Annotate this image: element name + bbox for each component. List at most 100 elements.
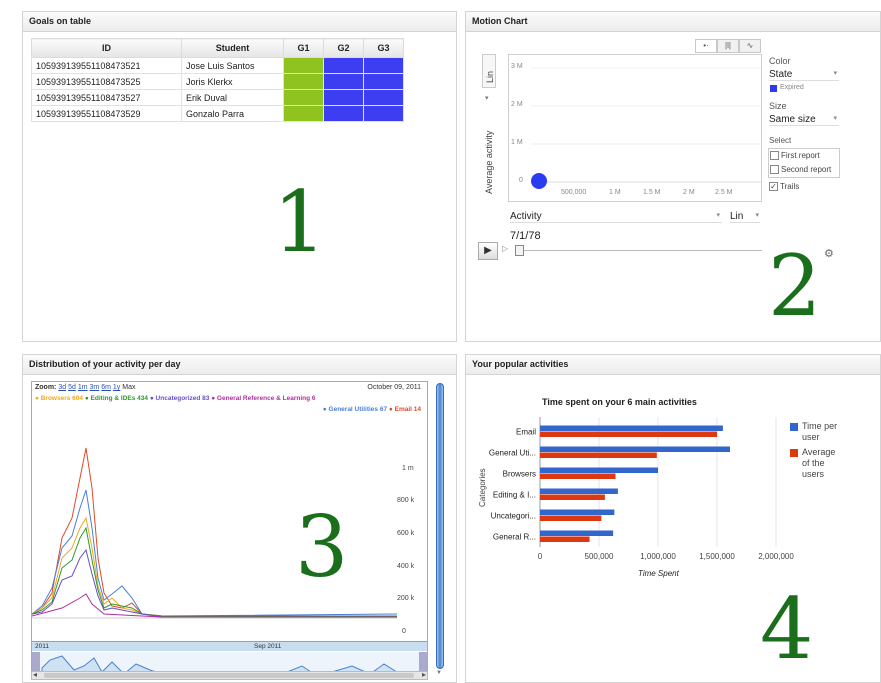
- table-row[interactable]: 105939139551108473525 Joris Klerkx: [31, 73, 404, 90]
- goal-cell-g3: [363, 73, 404, 90]
- line-chart-tab-icon[interactable]: ∿: [739, 39, 761, 53]
- goal-cell-g1: [283, 57, 324, 74]
- motion-plot-area[interactable]: 3 M 2 M 1 M 0 500,000 1 M 1.5 M 2 M 2.5 …: [508, 54, 762, 202]
- zoom-label: Zoom:: [35, 384, 57, 391]
- panel-number-4: 4: [760, 580, 814, 678]
- checkbox-label: Second report: [781, 165, 832, 174]
- color-select-value: State: [769, 69, 793, 80]
- legend-swatch: [790, 423, 798, 431]
- select-label: Select: [769, 136, 792, 145]
- zoom-option[interactable]: 6m: [101, 384, 111, 391]
- legend-item[interactable]: ● Email 14: [389, 406, 421, 413]
- horizontal-scroll-thumb[interactable]: [44, 673, 414, 678]
- y-axis-label[interactable]: Average activity: [484, 131, 494, 194]
- scroll-left-icon[interactable]: ◂: [33, 670, 37, 679]
- goals-panel-title: Goals on table: [23, 12, 456, 32]
- category-label: General Uti...: [489, 449, 536, 458]
- checkbox-box[interactable]: [770, 165, 779, 174]
- col-header-g2[interactable]: G2: [323, 38, 364, 58]
- bar-time-per-user[interactable]: [540, 467, 658, 474]
- col-header-student[interactable]: Student: [181, 38, 284, 58]
- bar-chart-svg[interactable]: 0 500,000 1,000,000 1,500,000 2,000,000 Email…: [466, 355, 881, 683]
- x-axis-select[interactable]: Activity ▾: [510, 211, 722, 223]
- col-header-g3[interactable]: G3: [363, 38, 404, 58]
- legend-item[interactable]: ● General Reference & Learning 6: [211, 395, 315, 402]
- y-axis-dropdown-icon[interactable]: ▾: [485, 94, 489, 102]
- wrench-icon[interactable]: ⚙: [824, 247, 834, 260]
- legend-item[interactable]: ● General Utilities 67: [323, 406, 387, 413]
- bar-average-of-users[interactable]: [540, 536, 590, 543]
- category-label: Editing & I...: [493, 491, 536, 500]
- row-student: Erik Duval: [181, 89, 284, 106]
- table-row[interactable]: 105939139551108473527 Erik Duval: [31, 89, 404, 106]
- row-id: 105939139551108473527: [31, 89, 182, 106]
- legend-swatch: [790, 449, 798, 457]
- scrollbar-thumb[interactable]: [436, 383, 444, 669]
- bar-time-per-user[interactable]: [540, 530, 614, 537]
- x-tick: 2 M: [683, 189, 695, 196]
- zoom-option[interactable]: Max: [122, 384, 135, 391]
- zoom-option[interactable]: 1y: [113, 384, 120, 391]
- checkbox-box-checked[interactable]: ✓: [769, 182, 778, 191]
- timeline-date: October 09, 2011: [367, 384, 421, 391]
- bar-average-of-users[interactable]: [540, 431, 717, 438]
- zoom-option[interactable]: 1m: [78, 384, 88, 391]
- col-header-g1[interactable]: G1: [283, 38, 324, 58]
- table-row[interactable]: 105939139551108473521 Jose Luis Santos: [31, 57, 404, 74]
- table-row[interactable]: 105939139551108473529 Gonzalo Parra: [31, 105, 404, 122]
- bar-time-per-user[interactable]: [540, 446, 730, 453]
- y-tick: 1 m: [402, 465, 414, 472]
- bar-time-per-user[interactable]: [540, 425, 723, 432]
- bar-chart-tab-icon[interactable]: |l|: [717, 39, 739, 53]
- legend-item[interactable]: ● Uncategorized 83: [150, 395, 210, 402]
- y-tick: 800 k: [397, 497, 415, 504]
- legend-label: Average of the users: [802, 447, 836, 479]
- bubble[interactable]: [531, 173, 547, 189]
- size-select[interactable]: Same size ▾: [769, 114, 839, 126]
- activity-line-chart[interactable]: [32, 418, 427, 620]
- timeline-slider-track[interactable]: [516, 250, 762, 251]
- x-tick-label: 500,000: [585, 552, 614, 561]
- speed-icon[interactable]: ▷: [502, 244, 508, 253]
- scroll-down-icon[interactable]: ▼: [436, 670, 442, 676]
- chart-type-tabs: •· |l| ∿: [695, 39, 761, 53]
- zoom-option[interactable]: 3d: [58, 384, 66, 391]
- horizontal-scrollbar[interactable]: ◂ ▸: [31, 670, 428, 680]
- bar-average-of-users[interactable]: [540, 473, 616, 480]
- col-header-id[interactable]: ID: [31, 38, 182, 58]
- legend-item[interactable]: ● Editing & IDEs 434: [85, 395, 148, 402]
- timeline-slider-handle[interactable]: [515, 245, 524, 256]
- x-tick-label: 1,500,000: [699, 552, 735, 561]
- zoom-bar: Zoom: 3d 5d 1m 3m 6m 1y Max: [35, 384, 136, 391]
- goals-table: ID Student G1 G2 G3 10593913955110847352…: [31, 38, 404, 122]
- zoom-option[interactable]: 5d: [68, 384, 76, 391]
- vertical-scrollbar[interactable]: ▼: [434, 381, 446, 678]
- category-label: Uncategori...: [491, 512, 536, 521]
- size-select-value: Same size: [769, 114, 816, 125]
- goal-cell-g2: [323, 73, 364, 90]
- checkbox-trails[interactable]: ✓ Trails: [769, 182, 799, 191]
- legend-item[interactable]: ● Browsers 604: [35, 395, 83, 402]
- zoom-option[interactable]: 3m: [90, 384, 100, 391]
- timeline-label: Sep 2011: [254, 643, 282, 650]
- bar-average-of-users[interactable]: [540, 515, 602, 522]
- bar-average-of-users[interactable]: [540, 452, 657, 459]
- bar-average-of-users[interactable]: [540, 494, 605, 501]
- chevron-down-icon: ▾: [833, 115, 837, 122]
- series-legend-row-1: ● Browsers 604 ● Editing & IDEs 434 ● Un…: [35, 395, 316, 402]
- checkbox-second-report[interactable]: Second report: [770, 165, 831, 174]
- play-button[interactable]: ▶: [478, 242, 498, 260]
- checkbox-box[interactable]: [770, 151, 779, 160]
- x-scale-select[interactable]: Lin ▾: [730, 211, 760, 223]
- checkbox-first-report[interactable]: First report: [770, 151, 820, 160]
- category-label: Email: [516, 428, 536, 437]
- y-scale-selector[interactable]: Lin: [482, 54, 496, 88]
- bar-time-per-user[interactable]: [540, 509, 615, 516]
- goal-cell-g1: [283, 73, 324, 90]
- scroll-right-icon[interactable]: ▸: [422, 670, 426, 679]
- goal-cell-g1: [283, 89, 324, 106]
- bar-time-per-user[interactable]: [540, 488, 618, 495]
- distribution-panel-title: Distribution of your activity per day: [23, 355, 456, 375]
- color-select[interactable]: State ▾: [769, 69, 839, 81]
- bubble-chart-tab-icon[interactable]: •·: [695, 39, 717, 53]
